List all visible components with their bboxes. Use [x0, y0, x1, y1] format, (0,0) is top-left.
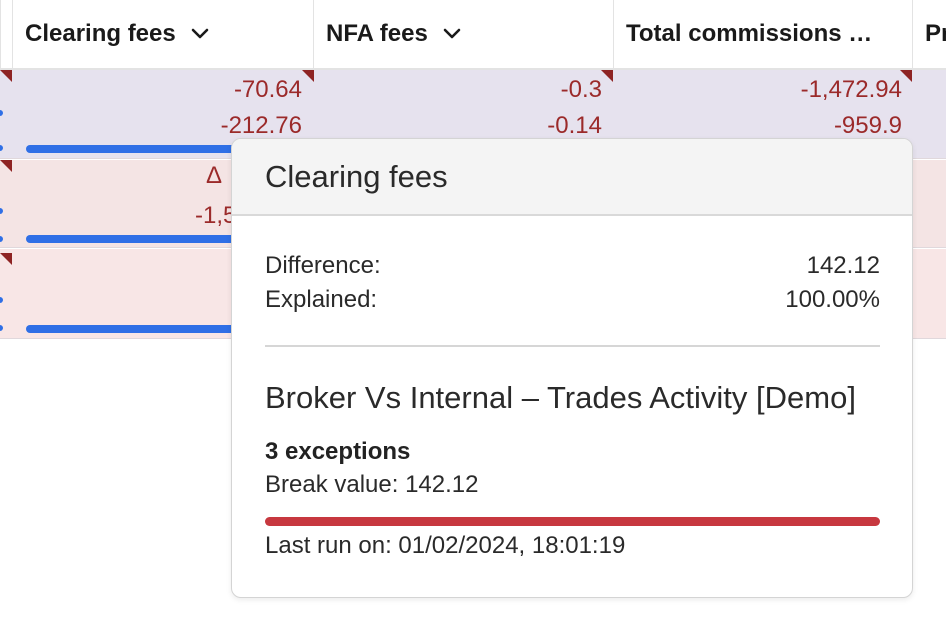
- progress-dot: [0, 236, 3, 242]
- progress-dot: [0, 145, 3, 151]
- red-corner-flag-icon: [302, 70, 314, 82]
- nfa-fee-value: -0.3: [560, 76, 602, 103]
- header-nfa-fees[interactable]: NFA fees: [313, 0, 614, 68]
- difference-label: Difference:: [265, 252, 381, 279]
- explained-value: 100.00%: [785, 286, 880, 313]
- report-title: Broker Vs Internal – Trades Activity [De…: [265, 380, 856, 415]
- exceptions-count: 3 exceptions: [265, 438, 411, 465]
- tooltip-divider: [265, 345, 880, 347]
- header-partial-column[interactable]: Pr: [912, 0, 946, 68]
- last-run-timestamp: Last run on: 01/02/2024, 18:01:19: [265, 532, 626, 559]
- grid-header: Clearing fees NFA fees Total commissions…: [0, 0, 946, 70]
- explained-label: Explained:: [265, 286, 378, 313]
- progress-bar: [26, 235, 246, 243]
- red-corner-flag-icon: [900, 70, 912, 82]
- progress-dot: [0, 325, 3, 331]
- red-corner-flag-icon: [0, 253, 12, 265]
- red-corner-flag-icon: [0, 160, 12, 172]
- header-cell-leading: [0, 0, 12, 68]
- header-total-commissions-label: Total commissions …: [626, 20, 873, 47]
- progress-dot: [0, 208, 3, 214]
- clearing-fee-value: -212.76: [220, 112, 302, 139]
- header-clearing-fees-label: Clearing fees: [25, 20, 176, 47]
- header-partial-column-label: Pr: [925, 20, 946, 47]
- red-corner-flag-icon: [0, 70, 12, 82]
- red-corner-flag-icon: [601, 70, 613, 82]
- progress-bar: [26, 145, 246, 153]
- difference-row: Difference: 142.12: [265, 252, 880, 280]
- header-clearing-fees[interactable]: Clearing fees: [12, 0, 314, 68]
- tooltip-body: Difference: 142.12 Explained: 100.00% Br…: [232, 252, 912, 560]
- total-commissions-value: -1,472.94: [800, 76, 902, 103]
- nfa-fee-value: -0.14: [547, 112, 602, 139]
- break-status-bar: [265, 517, 880, 526]
- tooltip-title: Clearing fees: [265, 158, 448, 194]
- tooltip-header: Clearing fees: [232, 139, 912, 216]
- difference-value: 142.12: [806, 252, 880, 279]
- total-commissions-value: -959.9: [833, 112, 902, 139]
- delta-indicator: Δ: [206, 162, 223, 189]
- header-nfa-fees-label: NFA fees: [326, 20, 428, 47]
- clearing-fee-value: -70.64: [233, 76, 302, 103]
- chevron-down-icon[interactable]: [190, 24, 210, 44]
- progress-bar: [26, 325, 246, 333]
- explained-row: Explained: 100.00%: [265, 286, 880, 314]
- chevron-down-icon[interactable]: [442, 24, 462, 44]
- clearing-fees-tooltip: Clearing fees Difference: 142.12 Explain…: [231, 138, 913, 598]
- header-total-commissions[interactable]: Total commissions …: [613, 0, 913, 68]
- progress-dot: [0, 110, 3, 116]
- progress-dot: [0, 297, 3, 303]
- break-value: Break value: 142.12: [265, 471, 479, 498]
